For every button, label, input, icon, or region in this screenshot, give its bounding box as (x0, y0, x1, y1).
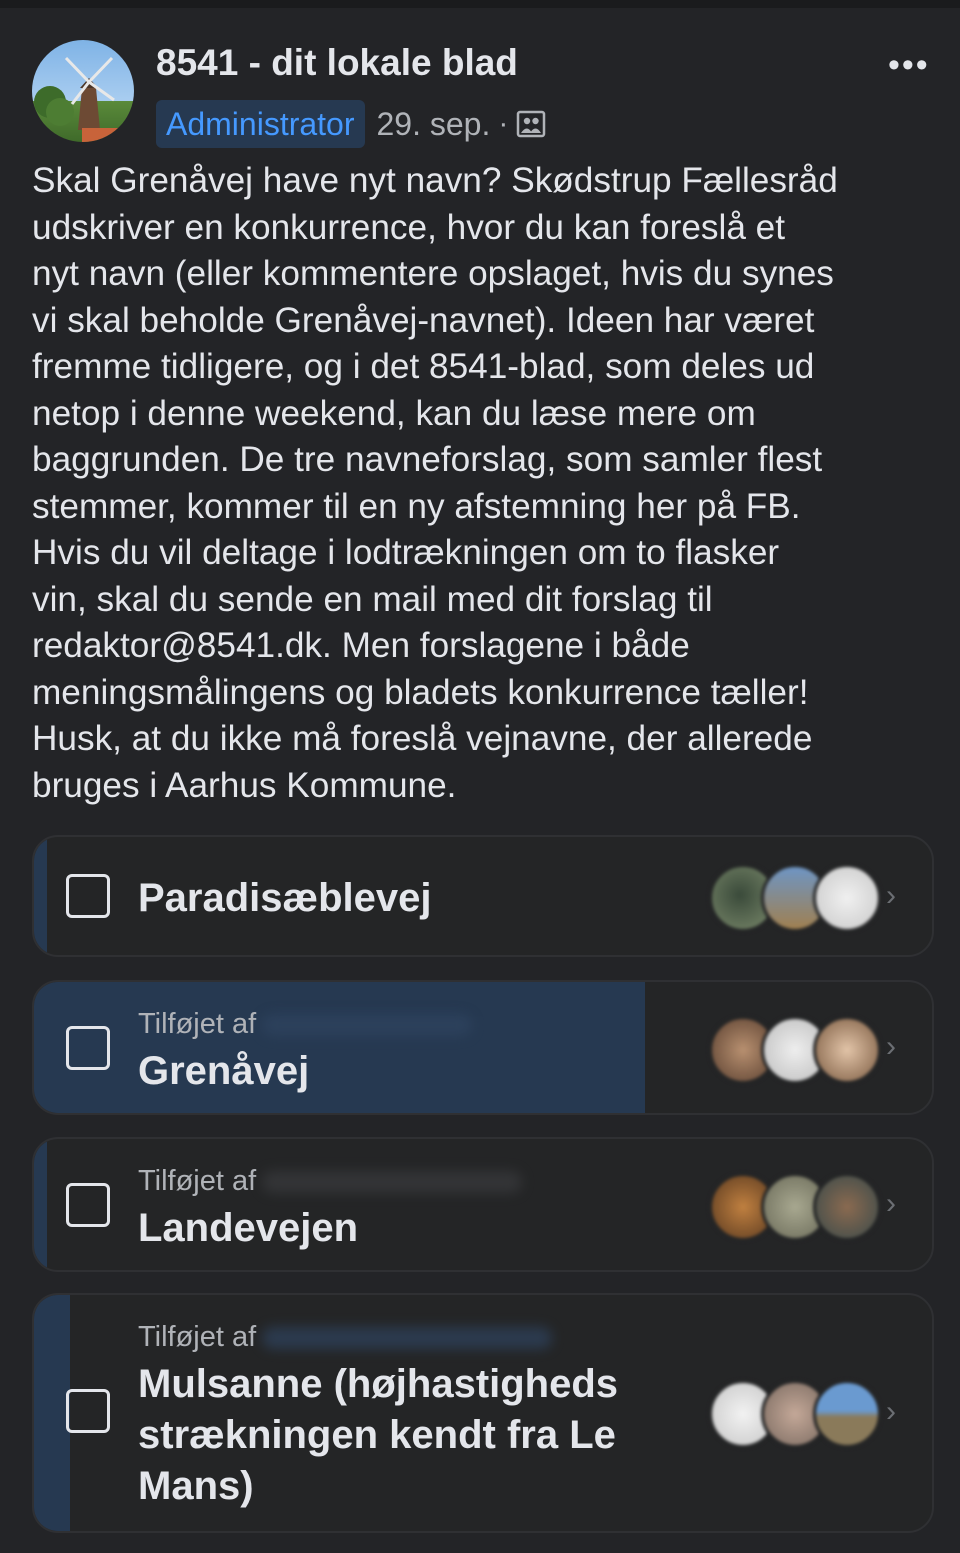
chevron-right-icon: › (886, 1030, 896, 1063)
poll-option-grenaavej[interactable]: Tilføjet af Grenåvej › (32, 980, 934, 1115)
windmill-icon (34, 56, 134, 142)
post-meta: Administrator 29. sep. · (156, 100, 546, 148)
poll-option-landevejen[interactable]: Tilføjet af Landevejen › (32, 1137, 934, 1272)
meta-separator: · (498, 107, 509, 140)
chevron-right-icon: › (886, 879, 896, 912)
voter-avatar (813, 1173, 881, 1241)
page-name[interactable]: 8541 - dit lokale blad (156, 42, 518, 84)
page-avatar[interactable] (32, 40, 134, 142)
poll-option-mulsanne[interactable]: Tilføjet af Mulsanne (højhastigheds stræ… (32, 1293, 934, 1533)
blurred-username (262, 1327, 553, 1350)
vote-share-bar (34, 1139, 48, 1270)
poll-option-label: Landevejen (138, 1206, 359, 1250)
voter-avatar (813, 864, 881, 932)
top-bar (0, 0, 960, 8)
poll-option-label: Grenåvej (138, 1049, 310, 1093)
chevron-right-icon: › (886, 1187, 896, 1220)
poll-option-paradisaeblevej[interactable]: Paradisæblevej › (32, 835, 934, 957)
vote-share-bar (34, 837, 48, 955)
poll-option-checkbox[interactable] (66, 1389, 110, 1433)
voter-avatars[interactable] (709, 1173, 881, 1241)
added-by-label: Tilføjet af (138, 1165, 523, 1198)
poll-option-label: Paradisæblevej (138, 876, 432, 920)
vote-share-bar (34, 1295, 70, 1531)
more-options-icon[interactable]: ••• (888, 46, 930, 85)
post-date[interactable]: 29. sep. (377, 106, 491, 143)
added-by-label: Tilføjet af (138, 1321, 553, 1354)
post-body-text: Skal Grenåvej have nyt navn? Skødstrup F… (32, 161, 838, 805)
voter-avatars[interactable] (709, 1016, 881, 1084)
group-audience-icon (516, 109, 546, 139)
voter-avatars[interactable] (709, 864, 881, 932)
poll-option-label: Mulsanne (højhastigheds strækningen kend… (138, 1362, 619, 1508)
added-by-label: Tilføjet af (138, 1008, 473, 1041)
voter-avatar (813, 1380, 881, 1448)
voter-avatar (813, 1016, 881, 1084)
blurred-username (262, 1014, 473, 1037)
vote-share-bar (34, 982, 645, 1113)
voter-avatars[interactable] (709, 1380, 881, 1448)
admin-badge: Administrator (156, 100, 365, 148)
poll-option-checkbox[interactable] (66, 1183, 110, 1227)
chevron-right-icon: › (886, 1395, 896, 1428)
poll-option-checkbox[interactable] (66, 1026, 110, 1070)
poll-option-checkbox[interactable] (66, 874, 110, 918)
blurred-username (262, 1171, 523, 1194)
